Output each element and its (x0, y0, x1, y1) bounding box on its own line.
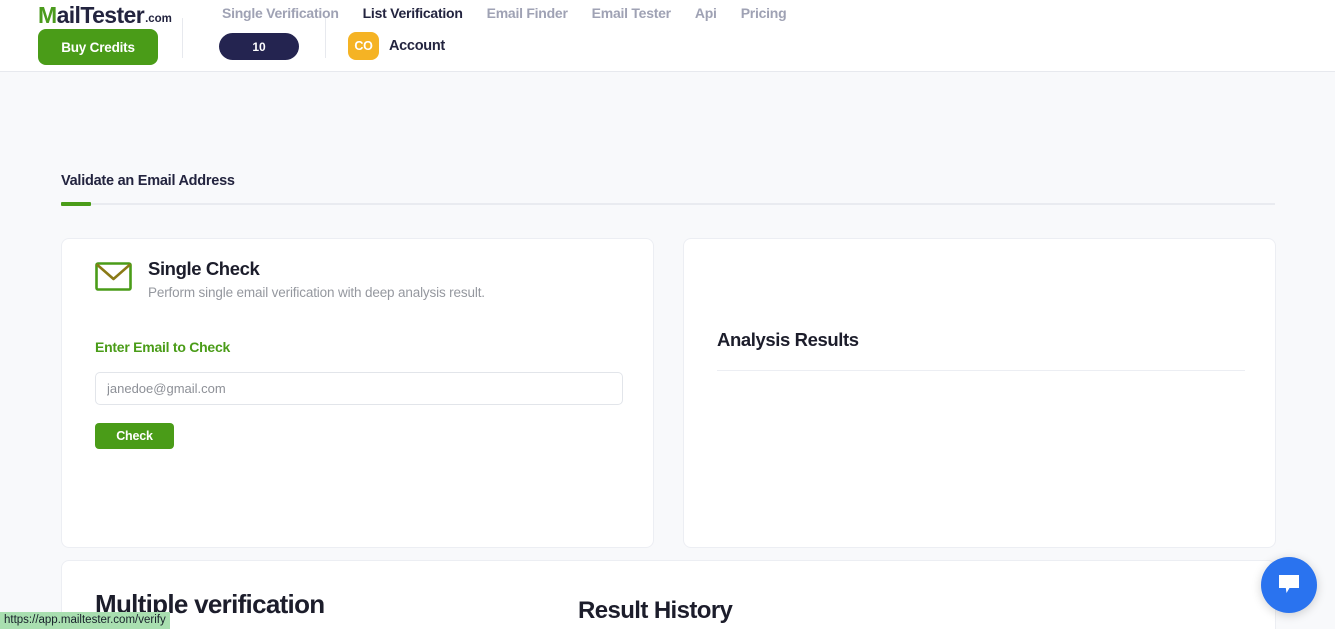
avatar: CO (348, 32, 379, 60)
bottom-section-card: Multiple verification Result History (61, 560, 1276, 629)
nav-item-pricing[interactable]: Pricing (729, 5, 799, 21)
main-navigation: Single Verification List Verification Em… (210, 5, 798, 21)
single-check-heading-group: Single Check Perform single email verifi… (148, 258, 485, 301)
tab-active-indicator (61, 202, 91, 206)
tab-bar-rule (61, 203, 1275, 205)
chat-widget-button[interactable] (1261, 557, 1317, 613)
logo-wordmark: ailTester (56, 1, 145, 28)
email-field-label: Enter Email to Check (95, 339, 231, 355)
credits-badge[interactable]: 10 (219, 33, 299, 60)
header-divider-1 (182, 18, 183, 58)
single-check-title: Single Check (148, 258, 260, 279)
site-logo[interactable]: MailTester .com (38, 1, 172, 28)
main-content: Validate an Email Address Single Check P… (0, 72, 1335, 629)
analysis-results-card: Analysis Results (683, 238, 1276, 548)
header-divider-2 (325, 18, 326, 58)
nav-item-list-verification[interactable]: List Verification (351, 5, 475, 21)
nav-item-api[interactable]: Api (683, 5, 729, 21)
top-header: MailTester .com Buy Credits Single Verifi… (0, 0, 1335, 72)
result-history-title: Result History (578, 597, 733, 624)
account-menu[interactable]: CO Account (348, 32, 445, 60)
chat-bubble-icon (1276, 572, 1302, 599)
nav-item-email-tester[interactable]: Email Tester (580, 5, 683, 21)
envelope-icon (95, 262, 132, 296)
analysis-results-title: Analysis Results (717, 329, 859, 350)
nav-item-single-verification[interactable]: Single Verification (210, 5, 351, 21)
nav-item-email-finder[interactable]: Email Finder (475, 5, 580, 21)
logo-letter-m: M (38, 1, 57, 28)
analysis-results-divider (717, 370, 1245, 371)
email-input[interactable] (95, 372, 623, 405)
single-check-card: Single Check Perform single email verifi… (61, 238, 654, 548)
logo-tld: .com (145, 13, 172, 25)
status-bar-url: https://app.mailtester.com/verify (0, 612, 170, 629)
account-label: Account (389, 38, 445, 54)
single-check-header: Single Check Perform single email verifi… (95, 258, 485, 301)
check-button[interactable]: Check (95, 423, 174, 449)
buy-credits-button[interactable]: Buy Credits (38, 29, 158, 65)
tab-bar: Validate an Email Address (61, 172, 1275, 206)
tab-validate-an-email-address[interactable]: Validate an Email Address (61, 173, 235, 189)
single-check-subtitle: Perform single email verification with d… (148, 285, 485, 301)
